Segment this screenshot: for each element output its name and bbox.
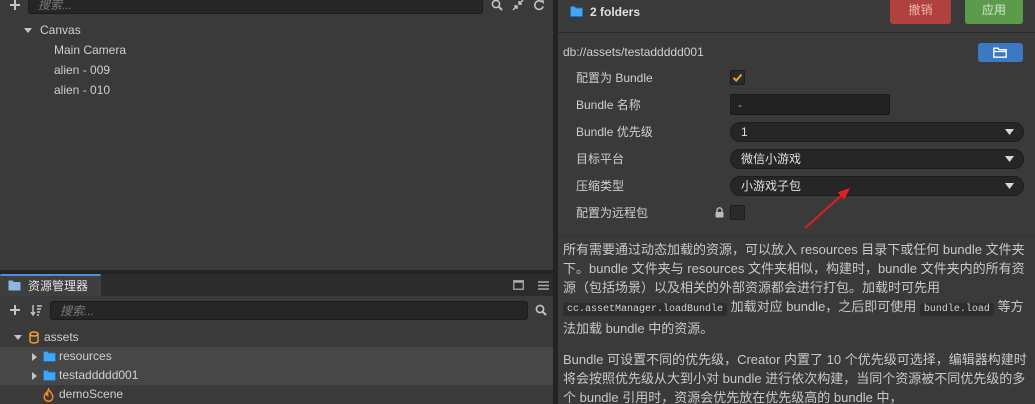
section-divider xyxy=(558,236,1035,237)
menu-icon[interactable] xyxy=(538,281,549,290)
help-text-segment: 所有需要通过动态加载的资源，可以放入 resources 目录下或任何 bund… xyxy=(563,242,1025,295)
help-text-segment: 加载对应 bundle，之后即可使用 xyxy=(727,299,920,314)
scene-flame-icon xyxy=(43,388,54,402)
select-value: 微信小游戏 xyxy=(741,152,802,166)
hierarchy-search-input[interactable] xyxy=(28,0,483,14)
target-platform-select[interactable]: 微信小游戏 xyxy=(730,149,1024,169)
refresh-icon[interactable] xyxy=(533,0,545,11)
bundle-priority-label: Bundle 优先级 xyxy=(576,125,653,139)
maximize-icon[interactable] xyxy=(513,280,524,290)
compression-type-label: 压缩类型 xyxy=(576,179,625,193)
tree-node-label: Main Camera xyxy=(54,43,127,57)
folder-icon xyxy=(43,370,56,381)
assets-panel: assets resources testaddddd001 demoScene xyxy=(0,296,553,404)
asset-item-label: assets xyxy=(44,330,79,344)
asset-item-label: demoScene xyxy=(59,387,124,401)
inspector-title: 2 folders xyxy=(590,5,641,19)
asset-item-label: resources xyxy=(59,349,112,363)
dropdown-arrow-icon xyxy=(1005,183,1014,189)
dropdown-arrow-icon xyxy=(1005,129,1014,135)
asset-item-demoscene[interactable]: demoScene xyxy=(0,385,553,404)
lock-icon xyxy=(715,207,724,218)
revert-button[interactable]: 撤销 xyxy=(890,0,951,24)
is-bundle-label: 配置为 Bundle xyxy=(576,71,653,85)
remote-bundle-checkbox[interactable] xyxy=(730,205,745,220)
bundle-name-input[interactable] xyxy=(730,94,890,115)
tree-node-canvas[interactable]: Canvas xyxy=(0,21,553,40)
assets-tab-bar: 资源管理器 xyxy=(0,274,553,296)
asset-item-testaddddd001[interactable]: testaddddd001 xyxy=(0,366,553,385)
asset-item-assets[interactable]: assets xyxy=(0,328,553,347)
bundle-priority-select[interactable]: 1 xyxy=(730,122,1024,142)
help-paragraph-2: Bundle 可设置不同的优先级，Creator 内置了 10 个优先级可选择，… xyxy=(563,352,1027,404)
code-snippet: bundle.load xyxy=(919,303,994,316)
caret-right-icon[interactable] xyxy=(32,353,37,361)
database-icon xyxy=(29,331,39,344)
bundle-name-label: Bundle 名称 xyxy=(576,98,641,112)
asset-item-label: testaddddd001 xyxy=(59,368,139,382)
is-bundle-checkbox[interactable] xyxy=(730,70,745,85)
folder-open-icon xyxy=(993,47,1007,58)
apply-button[interactable]: 应用 xyxy=(965,0,1023,24)
header-divider xyxy=(558,32,1035,33)
tree-node-label: alien - 010 xyxy=(54,83,111,97)
folder-icon xyxy=(43,351,56,362)
tab-assets[interactable]: 资源管理器 xyxy=(0,274,101,296)
asset-path: db://assets/testaddddd001 xyxy=(563,45,704,59)
select-value: 1 xyxy=(741,125,748,139)
sort-icon[interactable] xyxy=(30,304,42,316)
remote-bundle-label: 配置为远程包 xyxy=(576,206,649,220)
tree-node-label: Canvas xyxy=(40,23,81,37)
assets-search-input[interactable] xyxy=(50,301,528,320)
caret-down-icon[interactable] xyxy=(14,335,22,340)
check-icon xyxy=(732,73,743,82)
target-platform-label: 目标平台 xyxy=(576,152,625,166)
tree-node-main-camera[interactable]: Main Camera xyxy=(0,41,553,60)
search-icon[interactable] xyxy=(535,304,547,316)
dropdown-arrow-icon xyxy=(1005,156,1014,162)
caret-right-icon[interactable] xyxy=(32,372,37,380)
tree-node-alien-009[interactable]: alien - 009 xyxy=(0,61,553,80)
open-folder-button[interactable] xyxy=(978,43,1023,62)
hierarchy-panel: Canvas Main Camera alien - 009 alien - 0… xyxy=(0,0,553,270)
collapse-icon[interactable] xyxy=(512,0,524,11)
caret-down-icon[interactable] xyxy=(24,28,32,33)
compression-type-select[interactable]: 小游戏子包 xyxy=(730,176,1024,196)
search-icon[interactable] xyxy=(491,0,503,11)
folder-icon xyxy=(570,6,583,17)
add-icon[interactable] xyxy=(9,0,21,11)
folder-icon xyxy=(8,280,21,291)
help-text: 所有需要通过动态加载的资源，可以放入 resources 目录下或任何 bund… xyxy=(563,240,1031,404)
add-icon[interactable] xyxy=(9,304,21,316)
select-value: 小游戏子包 xyxy=(741,179,802,193)
tree-node-label: alien - 009 xyxy=(54,63,111,77)
help-paragraph-1: 所有需要通过动态加载的资源，可以放入 resources 目录下或任何 bund… xyxy=(563,240,1031,338)
code-snippet: cc.assetManager.loadBundle xyxy=(563,303,728,316)
inspector-panel: 2 folders 撤销 应用 db://assets/testaddddd00… xyxy=(558,0,1035,404)
asset-item-resources[interactable]: resources xyxy=(0,347,553,366)
tab-label: 资源管理器 xyxy=(28,279,89,293)
tree-node-alien-010[interactable]: alien - 010 xyxy=(0,81,553,100)
